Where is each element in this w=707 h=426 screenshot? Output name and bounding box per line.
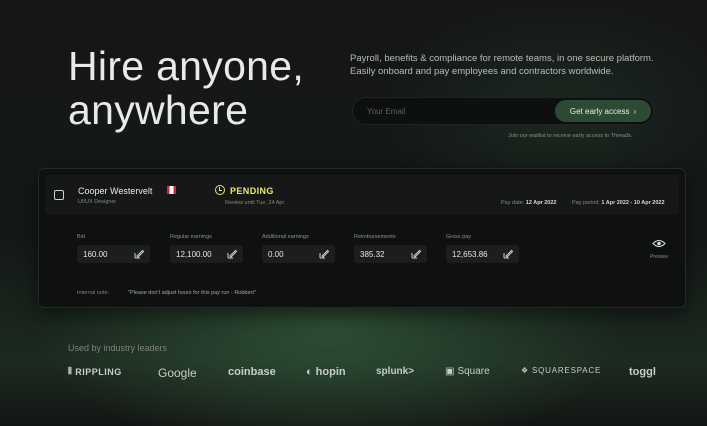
- cta-label: Get early access: [569, 106, 630, 116]
- square-logo: ▣ Square: [445, 366, 490, 377]
- select-checkbox[interactable]: [54, 190, 64, 200]
- field-value: 385.32: [360, 250, 385, 259]
- google-logo: Google: [158, 366, 197, 380]
- logo-text: SQUARESPACE: [531, 366, 602, 375]
- hopin-logo: ◐ hopin: [306, 366, 346, 378]
- hero-title-line-1: Hire anyone,: [68, 43, 305, 89]
- pay-date: Pay date: 12 Apr 2022: [501, 200, 556, 206]
- logo-text: Square: [457, 366, 490, 377]
- partner-logos: ⫴ RIPPLING Google coinbase ◐ hopin splun…: [68, 366, 668, 384]
- field-bid: Bid 160.00: [77, 234, 150, 263]
- squarespace-icon: ❖: [521, 366, 529, 375]
- preview-label: Preview: [650, 254, 668, 260]
- pay-period-label: Pay period:: [572, 200, 600, 206]
- internal-note-text: "Please don't adjust hours for this pay …: [128, 290, 256, 296]
- preview-button[interactable]: Preview: [645, 235, 673, 260]
- field-label: Additional earnings: [262, 234, 309, 240]
- coinbase-logo: coinbase: [228, 366, 276, 378]
- field-input[interactable]: 160.00: [77, 245, 150, 263]
- field-label: Gross pay: [446, 234, 472, 240]
- square-icon: ▣: [445, 366, 455, 377]
- field-value: 12,100.00: [176, 250, 212, 259]
- field-label: Bid: [77, 234, 85, 240]
- email-input[interactable]: [353, 98, 553, 124]
- logo-text: coinbase: [228, 366, 276, 378]
- edit-icon[interactable]: [134, 249, 144, 259]
- email-signup-form: Get early access ›: [352, 97, 654, 125]
- employee-name: Cooper Westervelt: [78, 186, 153, 196]
- field-regular-earnings: Regular earnings 12,100.00: [170, 234, 243, 263]
- rippling-logo: ⫴ RIPPLING: [68, 366, 122, 377]
- edit-icon[interactable]: [411, 249, 421, 259]
- field-input[interactable]: 0.00: [262, 245, 335, 263]
- field-value: 160.00: [83, 250, 108, 259]
- pay-period-value: 1 Apr 2022 - 10 Apr 2022: [601, 200, 665, 206]
- pay-period: Pay period: 1 Apr 2022 - 10 Apr 2022: [572, 200, 665, 206]
- partners-heading: Used by industry leaders: [68, 343, 168, 353]
- edit-icon[interactable]: [227, 249, 237, 259]
- logo-text: toggl: [629, 366, 656, 378]
- pay-date-label: Pay date:: [501, 200, 525, 206]
- field-additional-earnings: Additional earnings 0.00: [262, 234, 335, 263]
- payrun-card-header: Cooper Westervelt UI/UX Designer PENDING…: [45, 175, 679, 215]
- field-value: 0.00: [268, 250, 284, 259]
- pay-date-value: 12 Apr 2022: [525, 200, 557, 206]
- logo-text: splunk>: [376, 366, 415, 377]
- status-badge: PENDING: [230, 186, 274, 196]
- field-input[interactable]: 385.32: [354, 245, 427, 263]
- hero-title-line-2: anywhere: [68, 87, 249, 133]
- field-label: Regular earnings: [170, 234, 212, 240]
- eye-icon: [652, 239, 666, 248]
- field-gross-pay: Gross pay 12,653.86: [446, 234, 519, 263]
- rippling-icon: ⫴: [68, 366, 73, 376]
- payrun-card: Cooper Westervelt UI/UX Designer PENDING…: [38, 168, 686, 308]
- field-reimbursements: Reimbursements 385.32: [354, 234, 427, 263]
- internal-note-label: Internal note:: [77, 290, 110, 296]
- logo-text: Google: [158, 366, 197, 380]
- field-input[interactable]: 12,653.86: [446, 245, 519, 263]
- hero-tagline: Payroll, benefits & compliance for remot…: [350, 53, 654, 77]
- chevron-right-icon: ›: [633, 106, 637, 116]
- splunk-logo: splunk>: [376, 366, 414, 377]
- edit-icon[interactable]: [319, 249, 329, 259]
- field-value: 12,653.86: [452, 250, 488, 259]
- toggl-logo: toggl: [629, 366, 656, 378]
- canada-flag-icon: [167, 186, 176, 194]
- field-label: Reimbursements: [354, 234, 396, 240]
- waitlist-note: Join our waitlist to receive early acces…: [508, 133, 633, 139]
- clock-icon: [215, 185, 225, 195]
- field-input[interactable]: 12,100.00: [170, 245, 243, 263]
- logo-text: RIPPLING: [75, 366, 122, 377]
- get-early-access-button[interactable]: Get early access ›: [555, 100, 651, 122]
- logo-text: hopin: [315, 366, 346, 378]
- review-deadline: Review until Tue, 24 Apr: [225, 200, 285, 206]
- hero-title: Hire anyone, anywhere: [68, 44, 304, 132]
- edit-icon[interactable]: [503, 249, 513, 259]
- hopin-icon: ◐: [306, 366, 313, 378]
- employee-role: UI/UX Designer: [78, 199, 117, 205]
- squarespace-logo: ❖ SQUARESPACE: [521, 366, 601, 375]
